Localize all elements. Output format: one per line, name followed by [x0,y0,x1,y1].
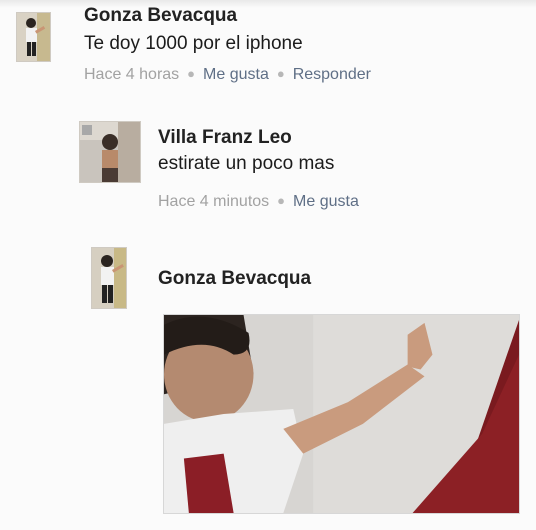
photo-image [164,315,519,513]
avatar-image [17,13,50,61]
reply-button[interactable]: Responder [293,66,371,83]
comment-author[interactable]: Villa Franz Leo [158,127,292,149]
separator-dot: ● [187,66,196,81]
avatar-image [92,248,126,308]
comment-timestamp: Hace 4 minutos [158,193,270,210]
avatar-villa-franz-leo[interactable] [79,121,141,183]
separator-dot: ● [276,66,285,81]
comment-author[interactable]: Gonza Bevacqua [84,5,237,27]
top-divider [0,0,536,8]
avatar-gonza-bevacqua[interactable] [16,12,51,62]
comment-meta: Hace 4 horas ● Me gusta ● Responder [84,66,371,84]
comment-timestamp: Hace 4 horas [84,66,180,83]
comment-meta: Hace 4 minutos ● Me gusta [158,193,359,211]
attached-photo[interactable] [163,314,520,514]
like-button[interactable]: Me gusta [293,193,359,210]
comment-text: estirate un poco mas [158,153,335,174]
comment-thread: Gonza Bevacqua Te doy 1000 por el iphone… [0,0,536,530]
avatar-gonza-bevacqua[interactable] [91,247,127,309]
separator-dot: ● [277,193,286,208]
like-button[interactable]: Me gusta [203,66,269,83]
avatar-image [80,122,140,182]
comment-author[interactable]: Gonza Bevacqua [158,268,311,290]
comment-text: Te doy 1000 por el iphone [84,33,303,54]
